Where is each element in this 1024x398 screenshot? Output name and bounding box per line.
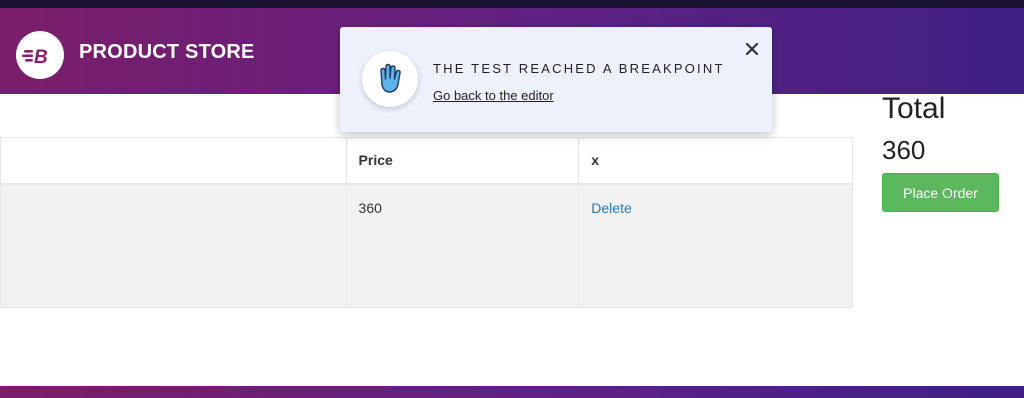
cell-price: 360 [345,183,579,308]
breakpoint-popup: THE TEST REACHED A BREAKPOINT Go back to… [340,27,772,132]
table-row: 360 Delete [0,183,853,308]
cart-table-container: Price x 360 Delete [0,137,853,308]
page: B PRODUCT STORE Price x 360 Delete Total… [0,0,1024,398]
cell-title [0,183,347,308]
brand-title: PRODUCT STORE [79,40,255,63]
brand-logo-icon: B [16,31,64,79]
column-header-title [0,137,347,185]
delete-link[interactable]: Delete [591,200,631,216]
brand-link[interactable]: B PRODUCT STORE [16,31,255,79]
close-icon[interactable] [742,39,762,59]
svg-text:B: B [34,47,48,68]
table-header-row: Price x [0,137,853,185]
cell-action: Delete [578,183,853,308]
total-value: 360 [882,135,926,165]
footer-bar [0,386,1024,398]
cart-table: Price x 360 Delete [0,137,853,308]
popup-title: THE TEST REACHED A BREAKPOINT [433,61,725,76]
place-order-button[interactable]: Place Order [882,173,999,212]
column-header-price: Price [345,137,579,185]
column-header-x: x [578,137,853,185]
hand-stop-icon [362,51,418,107]
back-to-editor-link[interactable]: Go back to the editor [433,88,554,103]
total-heading: Total [882,92,946,125]
